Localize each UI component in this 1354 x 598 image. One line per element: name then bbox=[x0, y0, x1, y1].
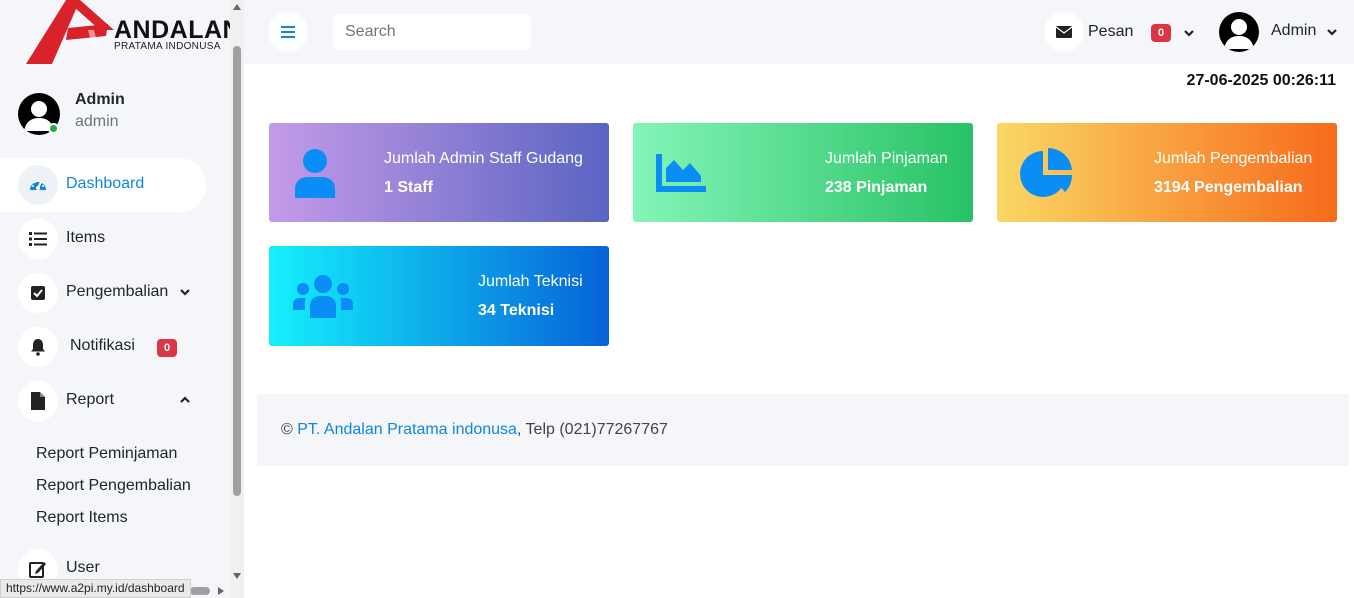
card-teknisi[interactable]: Jumlah Teknisi 34 Teknisi bbox=[269, 246, 609, 346]
sidebar-item-items[interactable]: Items bbox=[0, 212, 206, 266]
card-admin-staff[interactable]: Jumlah Admin Staff Gudang 1 Staff bbox=[269, 123, 609, 222]
envelope-icon bbox=[1056, 26, 1072, 38]
sidebar-item-label: Pengembalian bbox=[66, 283, 169, 300]
sidebar-item-label: Dashboard bbox=[66, 175, 145, 192]
notification-count-badge: 0 bbox=[157, 339, 178, 357]
scroll-up-arrow-icon[interactable] bbox=[233, 4, 241, 10]
submenu-report-items[interactable]: Report Items bbox=[36, 509, 128, 527]
copyright-symbol: © bbox=[281, 421, 293, 438]
card-value: 238 Pinjaman bbox=[825, 179, 928, 196]
card-pinjaman[interactable]: Jumlah Pinjaman 238 Pinjaman bbox=[633, 123, 973, 222]
card-value: 34 Teknisi bbox=[478, 302, 555, 319]
bell-icon bbox=[18, 327, 58, 367]
submenu-report-pengembalian[interactable]: Report Pengembalian bbox=[36, 477, 191, 495]
brand-tagline: PRATAMA INDONUSA bbox=[114, 41, 221, 52]
chevron-down-icon bbox=[180, 289, 190, 296]
sidebar-item-dashboard[interactable]: Dashboard bbox=[0, 158, 206, 212]
sidebar-item-label: Items bbox=[66, 229, 106, 246]
messages-label[interactable]: Pesan bbox=[1088, 23, 1133, 41]
horizontal-scrollbar-thumb[interactable] bbox=[190, 587, 210, 595]
card-title: Jumlah Admin Staff Gudang bbox=[384, 150, 583, 167]
sidebar-item-pengembalian[interactable]: Pengembalian bbox=[0, 266, 206, 320]
logo-mark-icon bbox=[26, 0, 114, 64]
sidebar-item-label: Report bbox=[66, 391, 115, 408]
admin-dropdown-chevron-icon[interactable] bbox=[1325, 25, 1339, 39]
sidebar-item-notifikasi[interactable]: Notifikasi 0 bbox=[0, 320, 206, 374]
card-title: Jumlah Pengembalian bbox=[1154, 150, 1313, 167]
card-title: Jumlah Teknisi bbox=[478, 273, 583, 290]
file-icon bbox=[18, 381, 58, 421]
admin-menu-label[interactable]: Admin bbox=[1271, 22, 1316, 40]
area-chart-icon bbox=[656, 154, 706, 192]
messages-dropdown-chevron-icon[interactable] bbox=[1182, 26, 1196, 40]
chevron-up-icon bbox=[180, 396, 190, 403]
card-pengembalian[interactable]: Jumlah Pengembalian 3194 Pengembalian bbox=[997, 123, 1337, 222]
gauge-icon bbox=[18, 165, 58, 205]
user-silhouette-icon bbox=[1224, 19, 1254, 49]
sidebar: ANDALAN PRATAMA INDONUSA Admin admin Das… bbox=[0, 0, 230, 598]
card-value: 1 Staff bbox=[384, 179, 433, 196]
sidebar-scrollbar-thumb[interactable] bbox=[233, 46, 241, 496]
card-value: 3194 Pengembalian bbox=[1154, 179, 1303, 196]
user-name: Admin bbox=[75, 91, 125, 108]
sidebar-item-label: User bbox=[66, 559, 100, 576]
sidebar-item-report[interactable]: Report bbox=[0, 374, 206, 428]
pie-chart-icon bbox=[1020, 148, 1072, 197]
check-square-icon bbox=[18, 273, 58, 313]
scroll-right-arrow-icon[interactable] bbox=[218, 587, 224, 595]
admin-avatar[interactable] bbox=[1219, 12, 1259, 52]
brand-logo[interactable]: ANDALAN PRATAMA INDONUSA bbox=[22, 0, 230, 66]
submenu-report-peminjaman[interactable]: Report Peminjaman bbox=[36, 445, 177, 463]
footer-phone: , Telp (021)77267767 bbox=[516, 421, 668, 438]
online-status-dot bbox=[48, 123, 59, 134]
messages-button[interactable] bbox=[1044, 12, 1084, 52]
footer-company-link[interactable]: PT. Andalan Pratama indonusa bbox=[297, 421, 517, 438]
hamburger-icon bbox=[281, 26, 295, 38]
list-icon bbox=[18, 219, 58, 259]
users-icon bbox=[293, 275, 353, 318]
user-icon bbox=[295, 149, 335, 198]
footer: © PT. Andalan Pratama indonusa, Telp (02… bbox=[257, 394, 1349, 466]
search-input[interactable] bbox=[333, 14, 531, 50]
current-datetime: 27-06-2025 00:26:11 bbox=[1186, 72, 1336, 89]
scroll-down-arrow-icon[interactable] bbox=[233, 573, 241, 579]
sidebar-item-label: Notifikasi bbox=[70, 337, 135, 354]
status-bar-url: https://www.a2pi.my.id/dashboard bbox=[0, 579, 191, 598]
footer-text: © PT. Andalan Pratama indonusa, Telp (02… bbox=[281, 421, 668, 439]
card-title: Jumlah Pinjaman bbox=[825, 150, 948, 167]
messages-count-badge: 0 bbox=[1151, 24, 1172, 42]
user-role: admin bbox=[75, 113, 119, 130]
top-navbar: Pesan 0 Admin bbox=[244, 0, 1354, 64]
hamburger-menu-button[interactable] bbox=[268, 12, 308, 52]
